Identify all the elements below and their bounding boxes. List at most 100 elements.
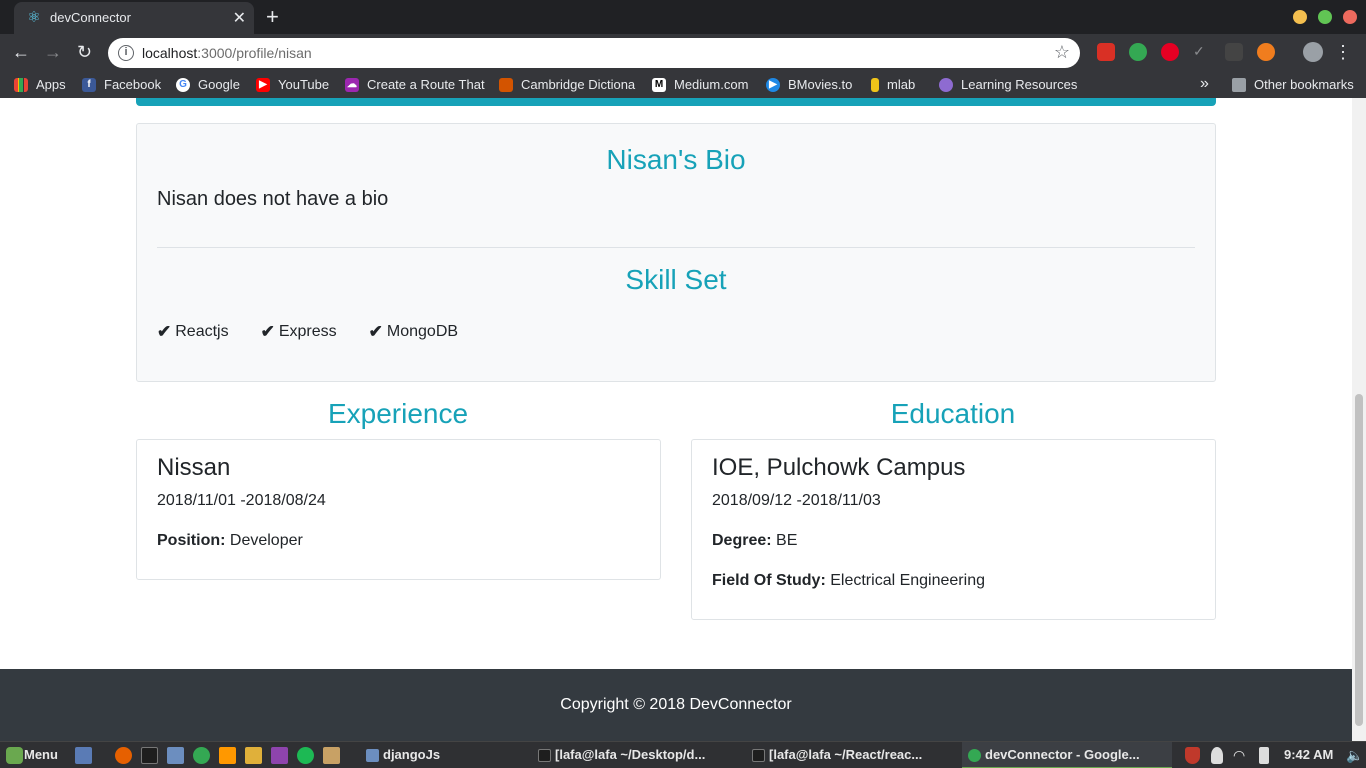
start-menu-button[interactable]: Menu <box>24 747 58 762</box>
bookmark-label: Medium.com <box>674 77 749 92</box>
chrome-icon[interactable] <box>193 747 210 764</box>
bookmark-create-route[interactable]: ☁ Create a Route That <box>345 77 485 92</box>
skill-label: Express <box>278 323 337 340</box>
extension-icon[interactable] <box>1225 43 1243 61</box>
shield-icon[interactable] <box>1185 747 1200 764</box>
more-menu-icon[interactable]: ⋮ <box>1334 42 1352 63</box>
close-window-button[interactable] <box>1343 10 1357 24</box>
bookmarks-bar: Apps f Facebook G Google ▶ YouTube ☁ Create … <box>0 72 1366 98</box>
scrollbar-thumb[interactable] <box>1355 394 1363 726</box>
volume-icon[interactable]: 🔈 <box>1346 747 1363 764</box>
react-icon: ⚛ <box>27 9 41 26</box>
media-icon[interactable] <box>271 747 288 764</box>
pinterest-icon[interactable] <box>1161 43 1179 61</box>
field-value: Electrical Engineering <box>830 572 985 589</box>
page-footer: Copyright © 2018 DevConnector <box>0 669 1352 741</box>
bookmark-label: BMovies.to <box>788 77 853 92</box>
bookmark-star-icon[interactable]: ☆ <box>1054 42 1070 63</box>
taskbar-window-terminal[interactable]: [lafa@lafa ~/Desktop/d... <box>555 747 705 762</box>
mint-menu-icon[interactable] <box>6 747 23 764</box>
browser-tab[interactable]: ⚛ devConnector ✕ <box>14 2 254 34</box>
skill-item: ✔ MongoDB <box>369 322 458 342</box>
experience-dates: 2018/11/01 -2018/08/24 <box>157 492 326 509</box>
taskbar-window-django[interactable]: djangoJs <box>383 747 440 762</box>
tab-title: devConnector <box>50 10 131 25</box>
browser-tabstrip: ⚛ devConnector ✕ + <box>0 0 1366 34</box>
check-icon: ✔ <box>368 322 383 341</box>
education-title: Education <box>890 398 1016 429</box>
bookmark-learning[interactable]: Learning Resources <box>939 77 1077 92</box>
desktop-icon[interactable] <box>75 747 92 764</box>
bookmark-cambridge[interactable]: Cambridge Dictiona <box>499 77 635 92</box>
forward-icon[interactable]: → <box>44 42 62 63</box>
bookmark-label: Learning Resources <box>961 77 1078 92</box>
page-scrollbar[interactable] <box>1352 98 1366 741</box>
sublime-icon[interactable] <box>219 747 236 764</box>
field-value: BE <box>776 532 798 549</box>
files-icon[interactable] <box>167 747 184 764</box>
field-label: Degree: <box>712 532 772 549</box>
url-host: localhost <box>142 45 198 61</box>
bookmark-google[interactable]: G Google <box>176 77 240 92</box>
experience-company: Nissan <box>157 454 231 481</box>
bookmark-youtube[interactable]: ▶ YouTube <box>256 77 329 92</box>
education-school: IOE, Pulchowk Campus <box>712 454 966 481</box>
youtube-icon: ▶ <box>256 77 270 92</box>
folder-icon <box>1232 77 1246 92</box>
url-path: :3000/profile/nisan <box>197 45 312 61</box>
minimize-button[interactable] <box>1293 10 1307 24</box>
taskbar-window-terminal[interactable]: [lafa@lafa ~/React/reac... <box>769 747 922 762</box>
bookmark-apps[interactable]: Apps <box>14 77 66 92</box>
new-tab-button[interactable]: + <box>266 4 279 30</box>
bookmark-medium[interactable]: M Medium.com <box>652 77 748 92</box>
folder-icon <box>366 749 379 762</box>
address-bar[interactable]: i localhost:3000/profile/nisan ☆ <box>108 38 1080 68</box>
check-icon: ✔ <box>157 322 172 341</box>
os-taskbar: Menu djangoJs [lafa@lafa ~/Desktop/d... … <box>0 741 1366 768</box>
folder-icon[interactable] <box>245 747 262 764</box>
bookmark-label: Other bookmarks <box>1254 77 1354 92</box>
extension-icon[interactable] <box>1097 43 1115 61</box>
maximize-button[interactable] <box>1318 10 1332 24</box>
terminal-icon[interactable] <box>141 747 158 764</box>
bookmark-facebook[interactable]: f Facebook <box>82 77 161 92</box>
bookmarks-overflow-icon[interactable]: » <box>1200 75 1209 93</box>
skill-set-title: Skill Set <box>625 264 727 295</box>
reload-icon[interactable]: ↻ <box>77 42 92 63</box>
battery-icon[interactable] <box>1259 747 1269 764</box>
terminal-icon <box>752 749 765 762</box>
extension-icon[interactable] <box>1129 43 1147 61</box>
bookmark-mlab[interactable]: mlab <box>871 77 915 92</box>
close-icon[interactable]: ✕ <box>233 8 246 28</box>
spotify-icon[interactable] <box>297 747 314 764</box>
check-extension-icon[interactable]: ✓ <box>1193 43 1211 61</box>
bio-text: Nisan does not have a bio <box>157 188 389 210</box>
url-text[interactable]: localhost:3000/profile/nisan <box>142 45 312 61</box>
facebook-icon: f <box>82 77 96 92</box>
info-icon[interactable]: i <box>118 45 134 61</box>
divider <box>157 247 1195 248</box>
bookmark-other[interactable]: Other bookmarks <box>1232 77 1354 92</box>
bookmark-bmovies[interactable]: ▶ BMovies.to <box>766 77 852 92</box>
education-degree: Degree: BE <box>712 532 797 550</box>
image-viewer-icon[interactable] <box>323 747 340 764</box>
taskbar-window-chrome[interactable]: devConnector - Google... <box>985 747 1140 762</box>
avatar[interactable] <box>1303 42 1323 62</box>
profile-header-band <box>136 98 1216 106</box>
bookmark-label: Facebook <box>104 77 162 92</box>
skill-item: ✔ Express <box>261 322 337 342</box>
wifi-icon[interactable]: ◠ <box>1233 747 1250 764</box>
back-icon[interactable]: ← <box>12 42 30 63</box>
user-icon[interactable] <box>1211 747 1223 764</box>
clock[interactable]: 9:42 AM <box>1284 747 1333 762</box>
firefox-icon[interactable] <box>115 747 132 764</box>
education-field: Field Of Study: Electrical Engineering <box>712 572 985 590</box>
experience-card: Nissan 2018/11/01 -2018/08/24 Position: … <box>136 439 661 580</box>
bio-card: Nisan's Bio Nisan does not have a bio Sk… <box>136 123 1216 382</box>
bookmark-label: YouTube <box>278 77 330 92</box>
bookmark-label: Create a Route That <box>367 77 485 92</box>
mlab-icon <box>871 77 879 92</box>
page-viewport: Nisan's Bio Nisan does not have a bio Sk… <box>0 98 1352 741</box>
browser-toolbar: ← → ↻ i localhost:3000/profile/nisan ☆ ✓… <box>0 34 1366 72</box>
extension-icon[interactable] <box>1257 43 1275 61</box>
